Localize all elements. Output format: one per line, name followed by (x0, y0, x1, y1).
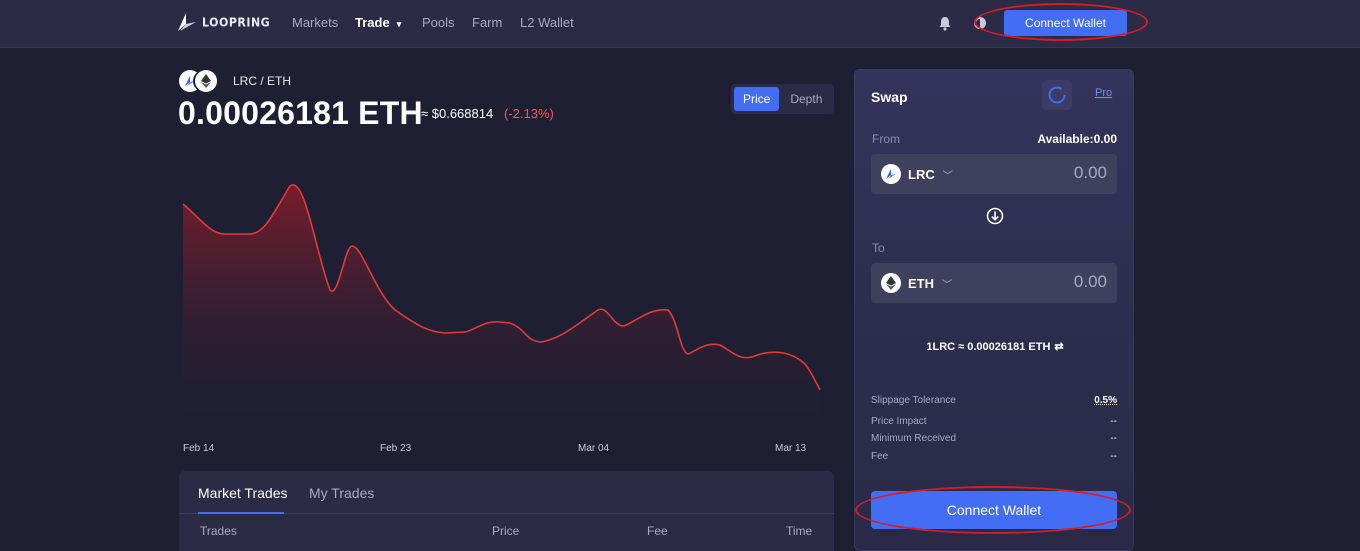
pair-token-icons (179, 70, 219, 92)
slippage-value[interactable]: 0.5% (1094, 395, 1117, 406)
nav-farm[interactable]: Farm (472, 15, 502, 30)
loopring-logo-icon (178, 13, 196, 31)
swap-direction-icon[interactable] (986, 207, 1004, 225)
price-impact-label: Price Impact (871, 416, 927, 427)
connect-wallet-button-top[interactable]: Connect Wallet (1004, 10, 1127, 36)
column-header-trades: Trades (200, 524, 237, 538)
refresh-button[interactable] (1042, 80, 1072, 110)
from-label: From (872, 132, 900, 146)
price-impact-value: -- (1110, 416, 1117, 427)
slippage-label: Slippage Tolerance (871, 395, 956, 406)
swap-rate-icon[interactable]: ⇄ (1054, 340, 1063, 353)
chevron-down-icon: ﹀ (942, 170, 953, 182)
logo-text: LOOPRING (202, 14, 271, 30)
column-header-fee: Fee (647, 524, 668, 538)
swap-title: Swap (871, 89, 908, 105)
from-token-selector[interactable]: LRC ﹀ (881, 164, 953, 184)
to-token-symbol: ETH (908, 275, 934, 291)
available-balance: Available:0.00 (1037, 132, 1117, 146)
from-amount-input[interactable] (987, 163, 1107, 183)
loopring-logo[interactable]: LOOPRING (176, 11, 270, 33)
to-label: To (872, 241, 885, 255)
minimum-received-value: -- (1110, 433, 1117, 444)
refresh-icon (1048, 86, 1066, 104)
bell-icon[interactable] (935, 13, 955, 33)
lrc-token-icon (881, 164, 901, 184)
minimum-received-label: Minimum Received (871, 433, 957, 444)
from-token-symbol: LRC (908, 166, 935, 182)
nav-pools[interactable]: Pools (422, 15, 455, 30)
trades-card: Market Trades My Trades Trades Price Fee… (179, 471, 834, 551)
depth-tab[interactable]: Depth (781, 87, 831, 111)
rate-text: 1LRC ≈ 0.00026181 ETH (926, 341, 1051, 353)
chart-type-toggle: Price Depth (731, 84, 834, 114)
pair-name: LRC / ETH (233, 74, 292, 88)
x-tick-label: Feb 23 (380, 443, 412, 454)
x-tick-label: Feb 14 (183, 443, 215, 454)
chevron-down-icon: ▾ (396, 19, 402, 29)
from-token-row: LRC ﹀ (871, 154, 1117, 194)
nav-l2-wallet[interactable]: L2 Wallet (520, 15, 574, 30)
exchange-rate: 1LRC ≈ 0.00026181 ETH ⇄ (855, 340, 1135, 353)
column-header-time: Time (786, 524, 813, 538)
price-tab[interactable]: Price (734, 87, 780, 111)
to-token-selector[interactable]: ETH ﹀ (881, 273, 952, 293)
connect-wallet-button[interactable]: Connect Wallet (871, 491, 1117, 529)
to-amount-input[interactable] (987, 272, 1107, 292)
usd-price: ≈ $0.668814 (421, 106, 494, 121)
swap-panel: Swap Pro From Available:0.00 LRC ﹀ To ET… (854, 69, 1134, 551)
top-navbar: LOOPRING Markets Trade ▾ Pools Farm L2 Wa… (0, 0, 1360, 48)
x-tick-label: Mar 04 (578, 443, 610, 454)
price-change: (-2.13%) (504, 106, 554, 121)
eth-token-icon (195, 70, 217, 92)
to-token-row: ETH ﹀ (871, 263, 1117, 303)
chart-area (183, 184, 820, 420)
column-header-price: Price (492, 524, 520, 538)
eth-token-icon (881, 273, 901, 293)
price-chart[interactable] (180, 150, 836, 420)
fee-label: Fee (871, 451, 889, 462)
current-price: 0.00026181 ETH (178, 95, 423, 131)
tab-market-trades[interactable]: Market Trades (198, 485, 287, 501)
active-tab-indicator (198, 512, 284, 514)
nav-trade-label: Trade (355, 15, 390, 30)
tab-my-trades[interactable]: My Trades (309, 485, 374, 501)
fee-value: -- (1110, 451, 1117, 462)
x-tick-label: Mar 13 (775, 443, 807, 454)
theme-toggle-icon[interactable] (970, 13, 990, 33)
chevron-down-icon: ﹀ (942, 279, 952, 291)
nav-trade[interactable]: Trade ▾ (355, 15, 401, 30)
nav-markets[interactable]: Markets (292, 15, 338, 30)
pro-mode-link[interactable]: Pro (1095, 87, 1112, 99)
